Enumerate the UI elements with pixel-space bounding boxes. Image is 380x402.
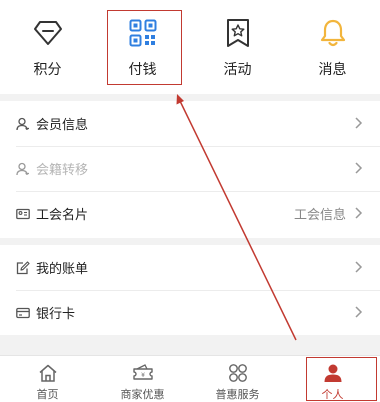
user-transfer-icon [16,162,30,176]
menu-group-membership: 会员信息 会籍转移 工会名片 工会信息 [0,101,380,238]
star-bookmark-icon [222,17,254,49]
menu-item-bank-card[interactable]: 银行卡 [0,290,380,335]
chevron-right-icon [355,162,363,174]
menu-item-my-bills[interactable]: 我的账单 [0,245,380,290]
bell-icon [317,17,349,49]
chevron-right-icon [355,207,363,219]
quick-action-messages[interactable]: 消息 [285,0,380,94]
qr-code-icon [127,17,159,49]
tab-personal[interactable]: 个人 [285,356,380,402]
quick-action-pay-label: 付钱 [128,62,157,78]
tab-services[interactable]: 普惠服务 [190,356,285,402]
diamond-icon [32,17,64,49]
menu-item-union-card[interactable]: 工会名片 工会信息 [0,191,380,236]
quick-action-points[interactable]: 积分 [0,0,95,94]
tab-home[interactable]: 首页 [0,356,95,402]
menu-item-bank-card-label: 银行卡 [36,307,76,322]
bottom-tab-bar: 首页 ¥ 商家优惠 普惠服务 个人 [0,355,380,402]
menu-item-my-bills-label: 我的账单 [36,262,89,277]
quick-action-events[interactable]: 活动 [190,0,285,94]
tab-services-label: 普惠服务 [215,388,260,401]
menu-item-member-info[interactable]: 会员信息 [0,101,380,146]
chevron-right-icon [355,117,363,129]
tab-merchant-deals[interactable]: ¥ 商家优惠 [95,356,190,402]
coupon-icon: ¥ [132,363,154,383]
home-icon [37,363,59,383]
user-icon [16,117,30,131]
tab-personal-label: 个人 [321,388,344,401]
grid-services-icon [227,363,249,383]
union-info-value: 工会信息 [293,208,346,223]
bill-icon [16,260,30,275]
menu-item-union-card-label: 工会名片 [36,208,89,223]
menu-group-finance: 我的账单 银行卡 [0,245,380,335]
tab-home-label: 首页 [36,388,59,401]
person-icon [322,363,344,383]
chevron-right-icon [355,261,363,273]
chevron-right-icon [355,306,363,318]
quick-action-pay[interactable]: 付钱 [95,0,190,94]
id-card-icon [16,207,30,221]
tab-merchant-deals-label: 商家优惠 [120,388,165,401]
quick-action-events-label: 活动 [223,62,252,78]
menu-item-member-info-label: 会员信息 [36,118,89,133]
bank-card-icon [16,306,30,320]
quick-action-messages-label: 消息 [318,62,347,78]
svg-text:¥: ¥ [141,372,145,379]
quick-action-points-label: 积分 [33,62,62,78]
menu-item-membership-transfer-label: 会籍转移 [36,163,89,178]
menu-item-membership-transfer[interactable]: 会籍转移 [0,146,380,191]
quick-actions-bar: 积分 付钱 活动 消息 [0,0,380,94]
